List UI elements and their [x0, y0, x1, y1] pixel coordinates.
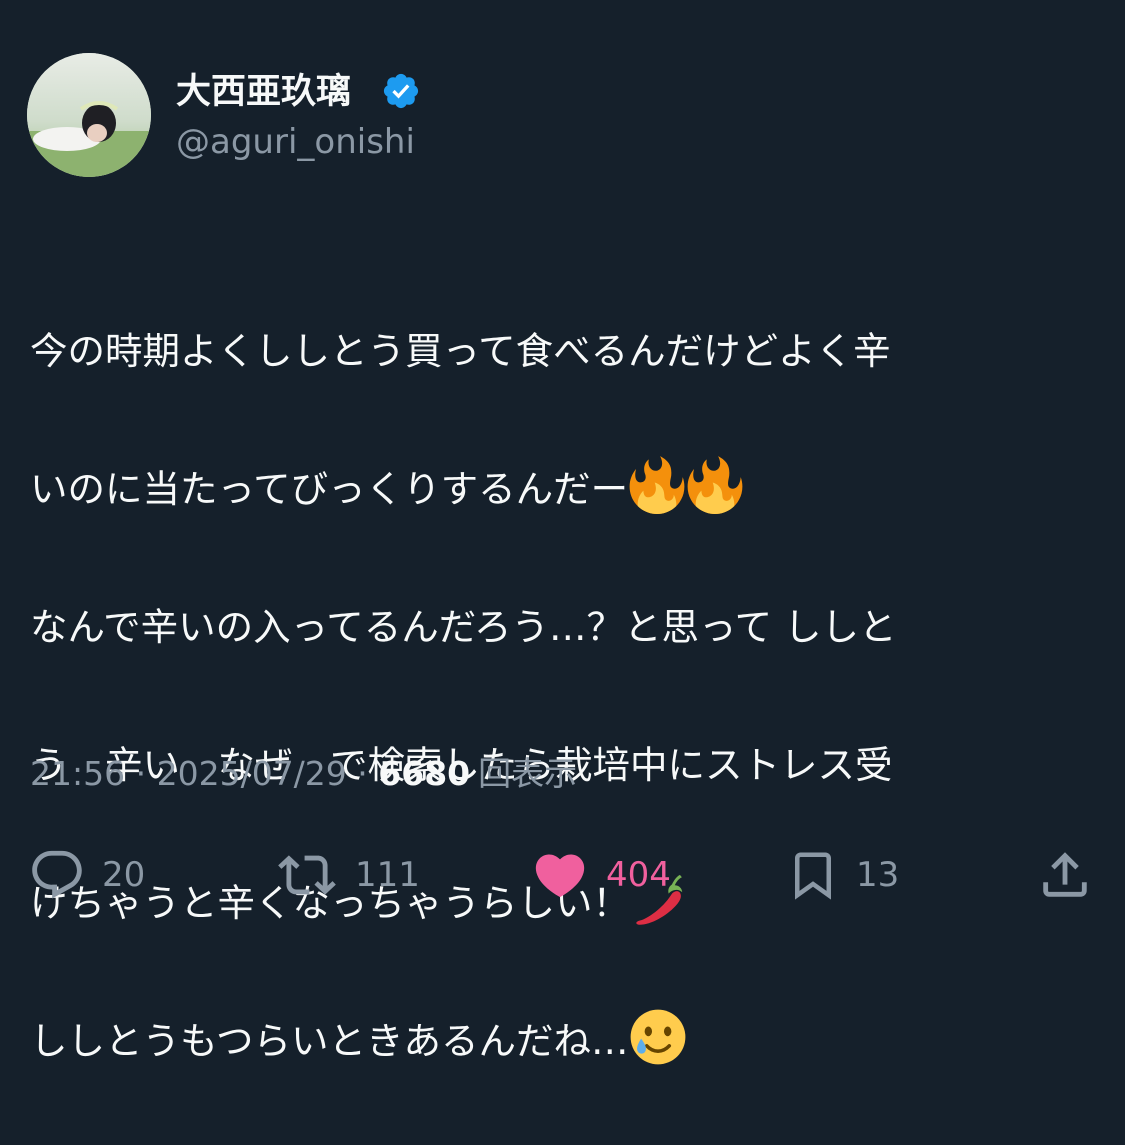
tweet-date[interactable]: 2025/07/29 [157, 754, 347, 793]
share-button[interactable] [1036, 840, 1094, 910]
like-count: 404 [606, 855, 671, 895]
tweet-text: 今の時期よくししとう買って食べるんだけどよく辛 いのに当たってびっくりするんだー… [30, 248, 1100, 1145]
profile-photo-icon [27, 53, 151, 177]
smiling-face-with-tear-emoji-icon [629, 1008, 687, 1066]
tweet-time[interactable]: 21:56 [30, 754, 125, 793]
reply-button[interactable]: 20 [28, 840, 145, 910]
user-handle[interactable]: @aguri_onishi [176, 120, 415, 164]
views-count: 6680 [378, 754, 471, 793]
verified-badge-icon [381, 71, 421, 111]
display-name[interactable]: 大西亜玖璃 [176, 70, 351, 114]
tweet-meta: 21:56 · 2025/07/29 · 6680 回表示 [30, 752, 577, 796]
retweet-count: 111 [355, 855, 420, 895]
retweet-button[interactable]: 111 [275, 840, 420, 910]
reply-count: 20 [102, 855, 146, 895]
heart-filled-icon [535, 854, 585, 898]
tweet-line: ししとうもつらいときあるんだね… [30, 1007, 1100, 1076]
meta-separator: · [346, 754, 379, 793]
tweet-line: 今の時期よくししとう買って食べるんだけどよく辛 [30, 329, 891, 373]
tweet-line: なんで辛いの入ってるんだろう…？と思って ししと [30, 605, 897, 649]
meta-separator: · [125, 754, 157, 793]
retweet-icon [278, 855, 336, 895]
share-icon [1043, 852, 1087, 897]
like-button[interactable]: 404 [530, 840, 671, 910]
views-label: 回表示 [478, 754, 578, 793]
bookmark-button[interactable]: 13 [786, 840, 899, 910]
fire-emoji-icon [686, 456, 744, 514]
bookmark-count: 13 [856, 855, 900, 895]
action-bar: 20 111 404 13 [0, 840, 1125, 910]
avatar[interactable] [27, 53, 151, 177]
tweet-line: いのに当たってびっくりするんだー [30, 455, 1100, 524]
bookmark-icon [795, 852, 831, 900]
fire-emoji-icon [628, 456, 686, 514]
reply-icon [32, 850, 82, 899]
